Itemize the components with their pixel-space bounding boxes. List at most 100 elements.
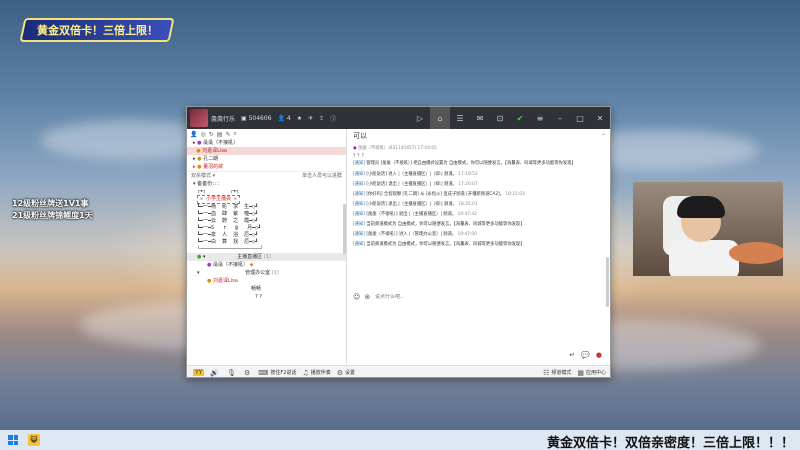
tree-scrollbar[interactable]	[343, 204, 346, 254]
group-title[interactable]: ▾ 备备份：：：	[187, 180, 346, 188]
ascii-art-block: ┌★┐ ┌★┐ ✕ 小学主播会 ✕ ┗━一━杨 纶 求 生━○┛ ┗━一━血 肆 紫 …	[187, 188, 346, 253]
emoji-icon[interactable]: ☺	[353, 293, 360, 301]
chat-header: 可以 ⌃	[347, 129, 610, 143]
ascii-row: ┗━一━血 肆 紫 噬━○┛	[197, 211, 259, 217]
tree-item[interactable]: ▸ ● 孔二朗	[187, 155, 346, 163]
ascii-row: ┗━一━白 算 找 厄━○┛	[197, 239, 259, 245]
search-icon[interactable]: ⌕	[233, 130, 236, 138]
tree-item-selected[interactable]: ● 刘嘉译Lisa	[187, 147, 346, 155]
ascii-row: ┗━一━杨 纶 求 生━○┛	[197, 204, 259, 210]
chat-message: [通知] [小船说话] 进入 |（主播直播区）|（抑:| 频道。 17:19:5…	[353, 172, 478, 177]
chat-title: 可以	[353, 132, 367, 140]
section-label: 双余模式 ▾	[191, 173, 216, 179]
chat-message: [通知] [彘彘（不接吼）] 进入 |（管理办公室）| 频道。 19:47:00	[353, 232, 477, 237]
edit-icon[interactable]: ✎	[225, 131, 230, 138]
mic-icon[interactable]: 🎙	[227, 369, 238, 377]
promo-banner: 黄金双倍卡！三倍上限！	[19, 18, 175, 42]
share-icon[interactable]: ⇪	[319, 115, 324, 122]
chat-message: [通知] [小船说话] 退出 |（主播直播区）|（抑:| 频道。 17:20:0…	[353, 182, 478, 187]
channel-name: 彘彘行乐	[211, 115, 236, 123]
gif-icon[interactable]: ⊛	[364, 293, 370, 301]
mic-mute-icon[interactable]: ●	[596, 351, 602, 359]
section-hint: 单击人员可以进群	[301, 173, 342, 179]
refresh-icon[interactable]: ↻	[209, 131, 214, 138]
ascii-top: ┌★┐ ┌★┐	[197, 188, 240, 194]
push-to-talk-button[interactable]: ⌨ 按住F2说话	[258, 369, 296, 377]
channel-mode-button[interactable]: ☷ 频道模式	[543, 369, 571, 377]
promo-banner-text: 黄金双倍卡！三倍上限！	[36, 24, 158, 37]
mode-icon: ☷	[543, 368, 550, 377]
grid-icon: ▦	[577, 368, 584, 377]
settings-icon: ⚙	[336, 368, 343, 377]
lobby-member[interactable]: ● 彘彘（不接吼） ◆	[187, 261, 346, 269]
mail-icon[interactable]: ✉	[473, 111, 487, 125]
favorite-icon[interactable]: ★	[297, 115, 302, 122]
music-icon: ♫	[302, 368, 309, 377]
ascii-row: ┗━一━云 蔚 之 霞━○┛	[197, 218, 259, 224]
chat-message: [通知] 当前频道模式为 自由模式，你可以随便发言。【海量表、同城等更多功能等你…	[353, 222, 525, 227]
section-header[interactable]: 双余模式 ▾ 单击人员可以进群	[187, 171, 346, 180]
settings-button[interactable]: ⚙ 设置	[337, 369, 355, 377]
check-icon[interactable]: ✔	[513, 111, 527, 125]
lobby-channel[interactable]: ● ▾ 主播直播区 (1)	[187, 253, 346, 261]
minimize-icon[interactable]: –	[553, 111, 567, 125]
channel-id: 504606	[248, 114, 272, 122]
overlay-text-2: 21级粉丝牌锦鲤度1天	[12, 211, 93, 220]
home-icon[interactable]: ⌂	[430, 107, 450, 129]
marquee-text: 黄金双倍卡！双倍亲密度！三倍上限！！！	[546, 436, 794, 450]
send-bar: ↵ 💬 ●	[569, 351, 602, 359]
menu-icon[interactable]: ≡	[533, 111, 547, 125]
channel-tree-panel: 👤 ◎ ↻ ▤ ✎ ⌕ ▸ ● 彘彘（不接吼） ● 刘嘉译Lisa ▸ ● 孔二…	[187, 129, 347, 365]
chat-message: [通知] [你好吗] 全程观察 [孔二朗] 从 [永恒火] 变成子频道 [开播新…	[353, 192, 525, 197]
channel-avatar[interactable]	[190, 109, 208, 127]
webcam-feed	[633, 182, 783, 276]
headset-icon[interactable]: ◎	[200, 131, 205, 138]
overlay-text-1: 12级粉丝牌送1V1事	[12, 199, 89, 208]
voice-chat-window: 彘彘行乐 ▣ 504606 👤 4 ★ ✈ ⇪ ⓘ ▷ ⌂ ☰ ✉ ⊡ ✔ ≡ …	[186, 106, 611, 378]
chat-input[interactable]	[375, 294, 575, 300]
lobby-channel[interactable]: 畅畅	[187, 285, 346, 293]
app-logo[interactable]: YY	[193, 369, 205, 376]
list-icon[interactable]: ☰	[453, 111, 467, 125]
chat-bubble-icon[interactable]: 💬	[581, 351, 590, 359]
folder-icon[interactable]: ▤	[217, 131, 223, 138]
ascii-row: ┗━一━S r @ 月━○┛	[197, 225, 262, 231]
yy-app-icon[interactable]: 😺	[28, 434, 40, 446]
ascii-title-box: ✕ 小学主播会 ✕	[197, 195, 241, 204]
bottom-bar: YY 🔊 🎙 ⚙ ⌨ 按住F2说话 ♫ 播放伴奏 ⚙ 设置 ☷ 频道模式 ▦ 应用中心	[187, 365, 610, 377]
lobby-channel[interactable]: ▾ 管理办公室 (1)	[187, 269, 346, 277]
plane-icon[interactable]: ✈	[308, 115, 313, 122]
user-icon: 👤	[277, 114, 285, 122]
chat-message: ● 彘彘（不接吼）(831145457) 17:04:05？？？	[353, 146, 437, 159]
chat-message: [通知] 当前频道模式为 自由模式，你可以随便发言。【海量表、同城等更多功能等你…	[353, 242, 525, 247]
play-accompaniment-button[interactable]: ♫ 播放伴奏	[302, 369, 330, 377]
tree-item[interactable]: ▸ ● 董羽的欲	[187, 163, 346, 171]
keyboard-icon: ⌨	[258, 368, 269, 377]
chat-panel: 可以 ⌃ ● 彘彘（不接吼）(831145457) 17:04:05？？？ [通…	[347, 129, 610, 365]
tree-toolbar: 👤 ◎ ↻ ▤ ✎ ⌕	[187, 129, 346, 139]
windows-start-icon[interactable]	[8, 435, 18, 445]
close-icon[interactable]: ✕	[593, 111, 607, 125]
gear-small-icon[interactable]: ⚙	[244, 369, 252, 377]
gamepad-icon[interactable]: ⊡	[493, 111, 507, 125]
member-icon[interactable]: 👤	[190, 131, 197, 138]
lobby-member[interactable]: ● 刘嘉译Lisa	[187, 277, 346, 285]
app-center-button[interactable]: ▦ 应用中心	[577, 369, 606, 377]
maximize-icon[interactable]: □	[573, 111, 587, 125]
tree-item[interactable]: ▸ ● 彘彘（不接吼）	[187, 139, 346, 147]
ascii-row: ┗━一━泉 人 浴 厄━○┛	[197, 232, 259, 238]
video-icon[interactable]: ▷	[413, 111, 427, 125]
collapse-icon[interactable]: ⌃	[601, 133, 606, 140]
reply-icon[interactable]: ↵	[569, 351, 575, 359]
lobby-channel[interactable]: ? ?	[187, 293, 346, 301]
id-icon: ▣	[241, 114, 247, 122]
info-icon[interactable]: ⓘ	[330, 114, 336, 123]
chat-scrollbar[interactable]	[606, 257, 609, 307]
title-bar: 彘彘行乐 ▣ 504606 👤 4 ★ ✈ ⇪ ⓘ ▷ ⌂ ☰ ✉ ⊡ ✔ ≡ …	[187, 107, 610, 129]
chat-message: [通知] [小船说话] 退出 |（主播直播区）|（抑:| 频道。 18:25:0…	[353, 202, 478, 207]
ascii-bottom: └────────────────────┘	[197, 246, 264, 252]
input-toolbar: ☺ ⊛	[353, 293, 370, 301]
speaker-icon[interactable]: 🔊	[210, 369, 221, 377]
chat-message: [通知] [彘彘（不接吼）] 退出 |（主播直播区）| 频道。 19:47:42	[353, 212, 477, 217]
online-count: 4	[286, 114, 291, 122]
